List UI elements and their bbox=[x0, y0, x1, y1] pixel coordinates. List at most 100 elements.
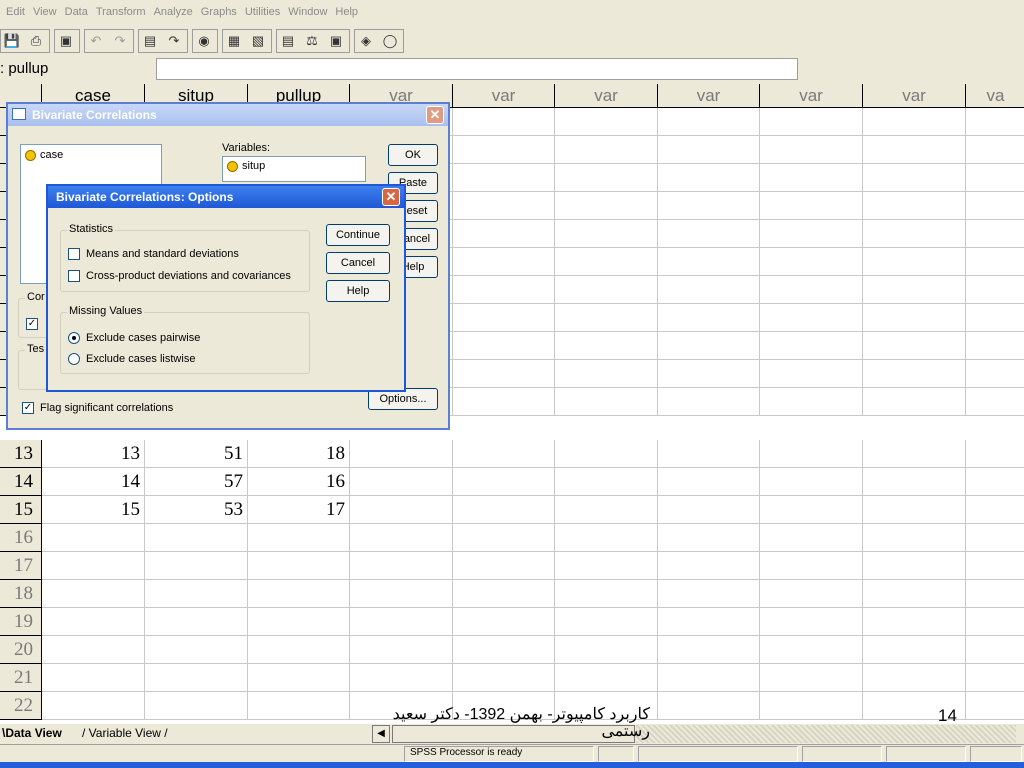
grid-cell[interactable] bbox=[555, 388, 658, 416]
grid-cell[interactable] bbox=[966, 220, 1024, 248]
column-header[interactable]: var bbox=[863, 84, 966, 108]
grid-cell[interactable] bbox=[760, 496, 863, 524]
grid-cell[interactable] bbox=[350, 440, 453, 468]
grid-cell[interactable] bbox=[760, 664, 863, 692]
grid-cell[interactable] bbox=[248, 552, 350, 580]
grid-cell[interactable] bbox=[966, 664, 1024, 692]
grid-cell[interactable] bbox=[966, 552, 1024, 580]
grid-cell[interactable] bbox=[145, 524, 248, 552]
pearson-checkbox[interactable]: ✓ bbox=[26, 318, 38, 330]
grid-cell[interactable] bbox=[145, 692, 248, 720]
grid-cell[interactable] bbox=[966, 360, 1024, 388]
continue-button[interactable]: Continue bbox=[326, 224, 390, 246]
grid-cell[interactable]: 13 bbox=[42, 440, 145, 468]
grid-cell[interactable] bbox=[863, 580, 966, 608]
print-icon[interactable]: ⎙ bbox=[25, 30, 47, 52]
flag-significant-checkbox[interactable]: ✓ bbox=[22, 402, 34, 414]
grid-cell[interactable] bbox=[555, 248, 658, 276]
grid-cell[interactable] bbox=[555, 580, 658, 608]
row-header[interactable]: 15 bbox=[0, 496, 42, 524]
grid-cell[interactable] bbox=[555, 360, 658, 388]
grid-cell[interactable] bbox=[658, 248, 760, 276]
grid-cell[interactable] bbox=[863, 388, 966, 416]
grid-cell[interactable] bbox=[145, 664, 248, 692]
menu-item-transform[interactable]: Transform bbox=[96, 6, 146, 18]
grid-cell[interactable] bbox=[863, 608, 966, 636]
grid-cell[interactable] bbox=[145, 608, 248, 636]
goto-chart-icon[interactable]: ▤ bbox=[139, 30, 161, 52]
grid-cell[interactable] bbox=[658, 304, 760, 332]
grid-cell[interactable] bbox=[760, 276, 863, 304]
grid-cell[interactable] bbox=[42, 552, 145, 580]
grid-cell[interactable]: 18 bbox=[248, 440, 350, 468]
menu-item-view[interactable]: View bbox=[33, 6, 57, 18]
grid-cell[interactable] bbox=[966, 332, 1024, 360]
grid-cell[interactable] bbox=[248, 636, 350, 664]
grid-cell[interactable] bbox=[760, 220, 863, 248]
grid-cell[interactable] bbox=[658, 580, 760, 608]
grid-cell[interactable] bbox=[966, 608, 1024, 636]
menu-item-analyze[interactable]: Analyze bbox=[154, 6, 193, 18]
grid-cell[interactable] bbox=[248, 664, 350, 692]
insert-case-icon[interactable]: ▦ bbox=[223, 30, 245, 52]
column-header[interactable]: var bbox=[658, 84, 760, 108]
grid-cell[interactable] bbox=[453, 664, 555, 692]
grid-cell[interactable] bbox=[760, 636, 863, 664]
grid-cell[interactable] bbox=[453, 360, 555, 388]
find-icon[interactable]: ◉ bbox=[193, 30, 215, 52]
grid-cell[interactable] bbox=[145, 580, 248, 608]
grid-cell[interactable] bbox=[555, 524, 658, 552]
row-header[interactable]: 19 bbox=[0, 608, 42, 636]
grid-cell[interactable] bbox=[966, 468, 1024, 496]
grid-cell[interactable]: 51 bbox=[145, 440, 248, 468]
ok-button[interactable]: OK bbox=[388, 144, 438, 166]
grid-cell[interactable] bbox=[658, 440, 760, 468]
grid-cell[interactable] bbox=[453, 136, 555, 164]
grid-cell[interactable] bbox=[658, 164, 760, 192]
grid-cell[interactable] bbox=[863, 664, 966, 692]
grid-cell[interactable] bbox=[760, 136, 863, 164]
grid-cell[interactable] bbox=[966, 136, 1024, 164]
grid-cell[interactable] bbox=[555, 136, 658, 164]
grid-cell[interactable] bbox=[863, 136, 966, 164]
grid-cell[interactable] bbox=[453, 608, 555, 636]
grid-cell[interactable] bbox=[555, 636, 658, 664]
tab-data-view[interactable]: \Data View bbox=[2, 724, 62, 744]
grid-cell[interactable] bbox=[658, 108, 760, 136]
scroll-track[interactable] bbox=[636, 725, 1016, 743]
use-sets-icon[interactable]: ◯ bbox=[379, 30, 401, 52]
grid-cell[interactable] bbox=[760, 108, 863, 136]
grid-cell[interactable] bbox=[658, 276, 760, 304]
row-header[interactable]: 22 bbox=[0, 692, 42, 720]
grid-cell[interactable] bbox=[760, 692, 863, 720]
grid-cell[interactable] bbox=[863, 276, 966, 304]
grid-cell[interactable] bbox=[555, 108, 658, 136]
grid-cell[interactable] bbox=[760, 360, 863, 388]
grid-cell[interactable] bbox=[863, 552, 966, 580]
grid-cell[interactable] bbox=[966, 636, 1024, 664]
grid-cell[interactable] bbox=[453, 108, 555, 136]
grid-cell[interactable] bbox=[863, 164, 966, 192]
grid-cell[interactable] bbox=[658, 608, 760, 636]
grid-cell[interactable] bbox=[555, 276, 658, 304]
help-button[interactable]: Help bbox=[326, 280, 390, 302]
grid-cell[interactable] bbox=[453, 164, 555, 192]
grid-cell[interactable] bbox=[350, 636, 453, 664]
grid-cell[interactable] bbox=[42, 636, 145, 664]
grid-cell[interactable] bbox=[453, 248, 555, 276]
grid-cell[interactable] bbox=[350, 468, 453, 496]
column-header[interactable]: va bbox=[966, 84, 1024, 108]
grid-cell[interactable] bbox=[966, 192, 1024, 220]
grid-cell[interactable] bbox=[658, 552, 760, 580]
grid-cell[interactable]: 16 bbox=[248, 468, 350, 496]
grid-cell[interactable] bbox=[760, 304, 863, 332]
grid-cell[interactable] bbox=[555, 192, 658, 220]
grid-cell[interactable] bbox=[555, 608, 658, 636]
grid-cell[interactable] bbox=[555, 664, 658, 692]
cancel-button[interactable]: Cancel bbox=[326, 252, 390, 274]
menu-item-data[interactable]: Data bbox=[65, 6, 88, 18]
column-header[interactable]: var bbox=[453, 84, 555, 108]
listwise-radio[interactable] bbox=[68, 353, 80, 365]
grid-cell[interactable] bbox=[350, 524, 453, 552]
menu-item-utilities[interactable]: Utilities bbox=[245, 6, 280, 18]
